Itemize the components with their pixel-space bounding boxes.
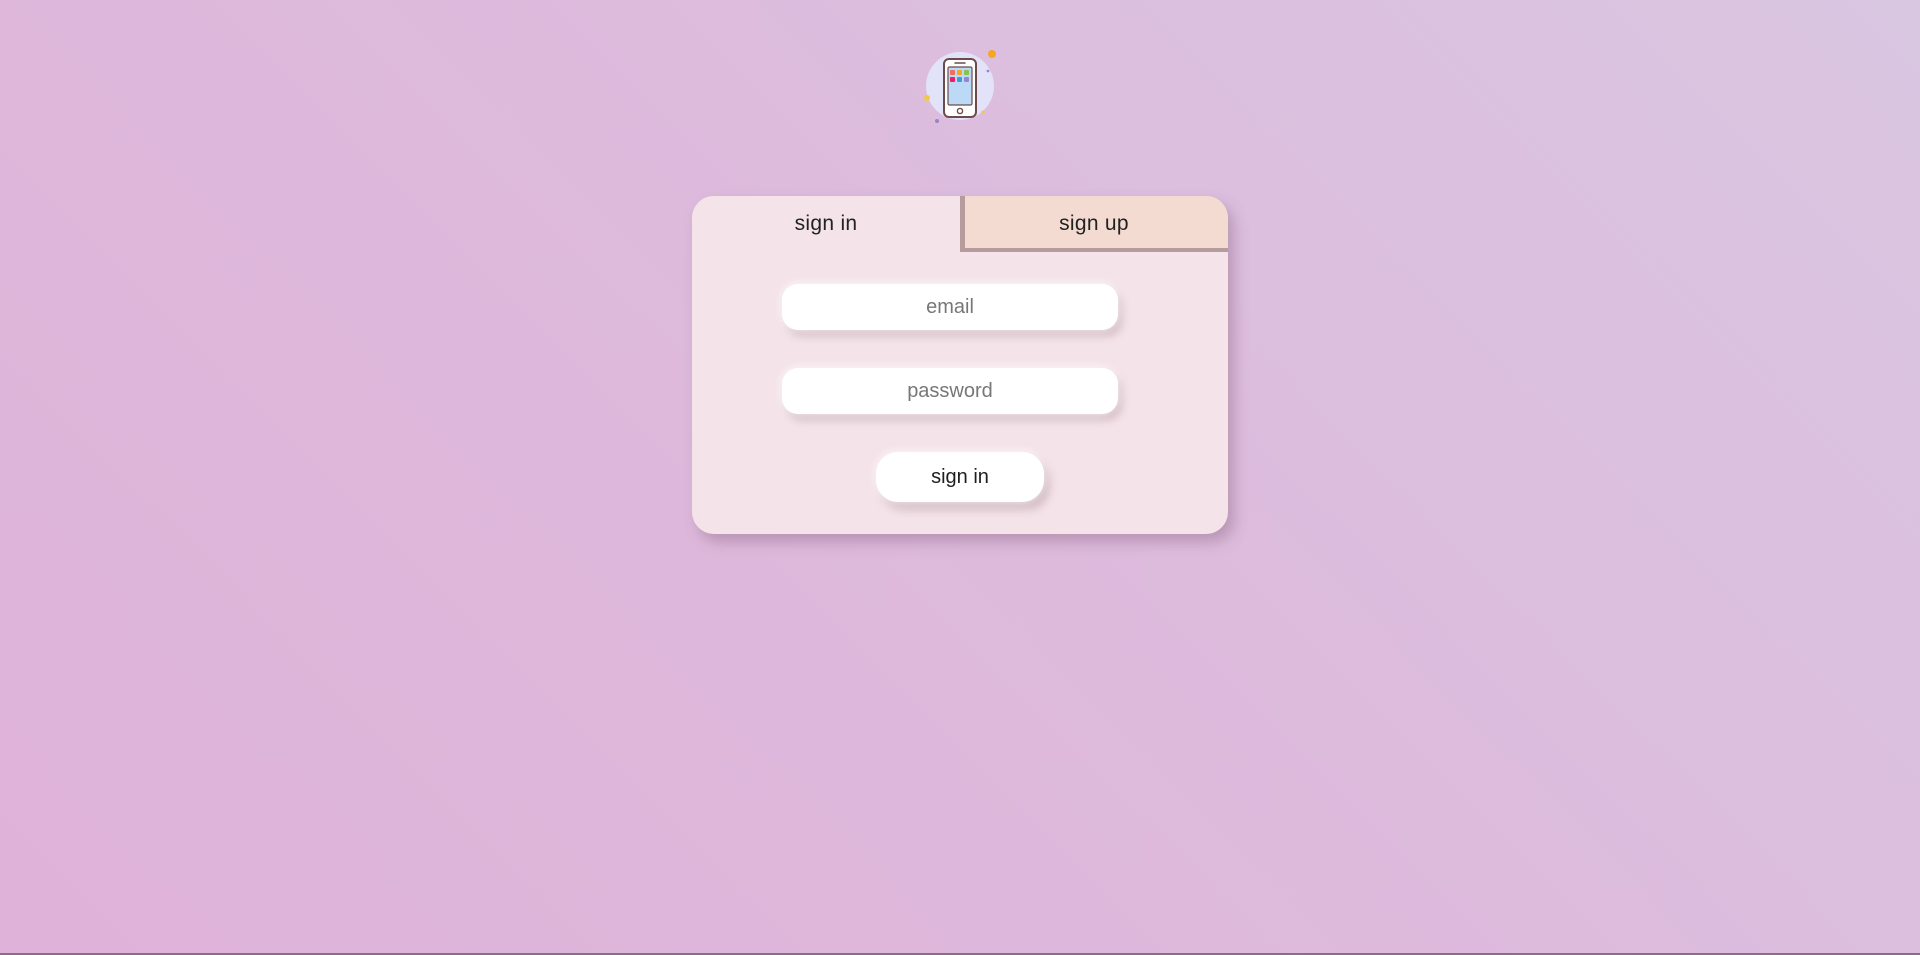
app-logo xyxy=(915,45,1005,135)
auth-card: sign in sign up sign in xyxy=(692,196,1228,534)
smartphone-icon xyxy=(924,50,996,123)
tab-sign-in[interactable]: sign in xyxy=(692,196,960,252)
email-field[interactable] xyxy=(782,284,1118,330)
password-field[interactable] xyxy=(782,368,1118,414)
auth-tabs: sign in sign up xyxy=(692,196,1228,252)
tab-sign-up[interactable]: sign up xyxy=(960,196,1228,252)
sign-in-button[interactable]: sign in xyxy=(876,452,1044,502)
